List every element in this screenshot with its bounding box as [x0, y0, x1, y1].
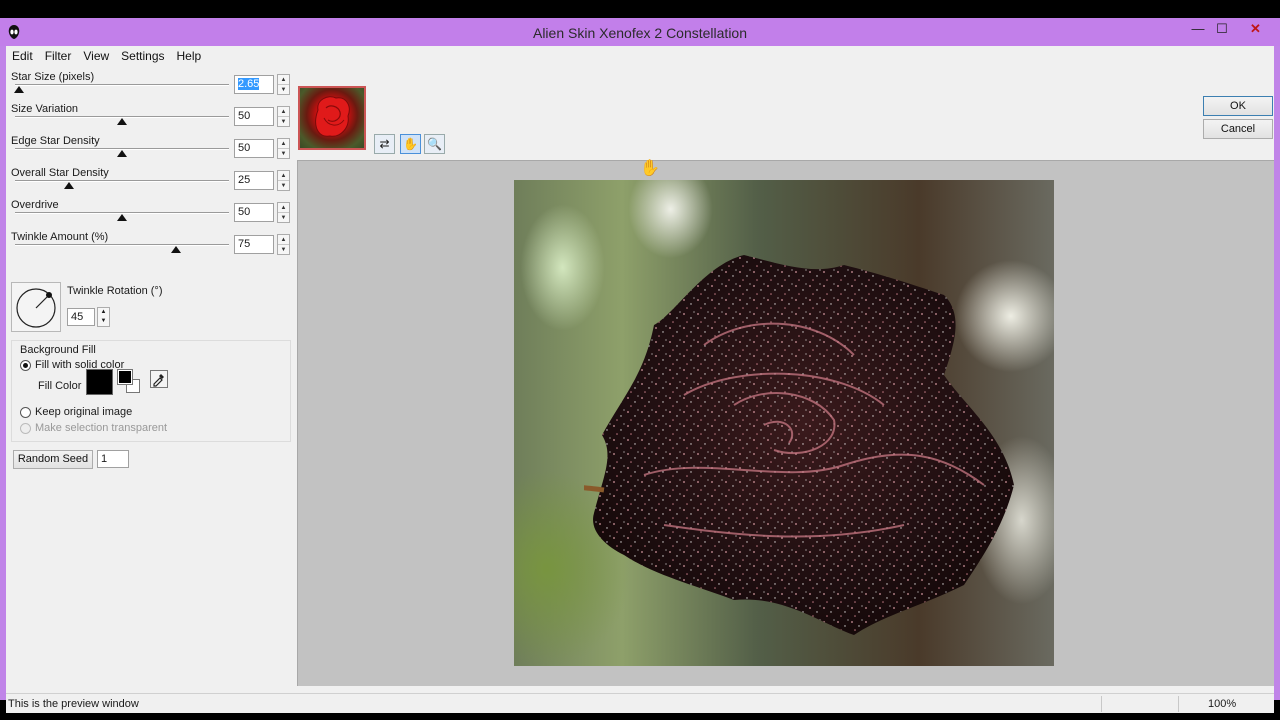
overall-star-density-slider[interactable]	[15, 180, 229, 182]
edge-star-density-input[interactable]: 50	[234, 139, 274, 158]
slider-thumb[interactable]	[117, 118, 127, 125]
close-button[interactable]: ✕	[1238, 18, 1273, 42]
menu-bar: Edit Filter View Settings Help	[6, 46, 207, 66]
size-variation-control: Size Variation 50 ▲ ▼	[11, 103, 291, 135]
foreground-color-swatch[interactable]	[117, 369, 133, 385]
slider-thumb[interactable]	[63, 182, 74, 189]
spin-up-icon[interactable]: ▲	[278, 75, 289, 85]
status-divider	[1178, 696, 1179, 712]
spin-up-icon[interactable]: ▲	[278, 203, 289, 213]
hand-icon[interactable]: ✋	[400, 134, 421, 154]
plugin-window: Alien Skin Xenofex 2 Constellation — ☐ ✕…	[0, 18, 1280, 713]
status-text: This is the preview window	[8, 698, 139, 710]
random-seed-input[interactable]: 1	[97, 450, 129, 468]
dialog-client: Edit Filter View Settings Help Star Size…	[6, 46, 1274, 713]
overdrive-label: Overdrive	[11, 199, 59, 211]
size-variation-spinner[interactable]: ▲ ▼	[277, 106, 290, 127]
spin-up-icon[interactable]: ▲	[278, 171, 289, 181]
twinkle-rotation-dial[interactable]	[11, 282, 61, 332]
preview-compare-icon[interactable]: ⇄	[374, 134, 395, 154]
spin-down-icon[interactable]: ▼	[278, 245, 289, 255]
make-transparent-radio[interactable]	[20, 423, 31, 434]
twinkle-rotation-label: Twinkle Rotation (°)	[67, 285, 163, 297]
status-divider	[1101, 696, 1102, 712]
window-title: Alien Skin Xenofex 2 Constellation	[532, 25, 748, 41]
eyedropper-icon[interactable]	[150, 370, 168, 388]
spin-up-icon[interactable]: ▲	[98, 308, 109, 317]
keep-original-radio[interactable]	[20, 407, 31, 418]
menu-edit[interactable]: Edit	[6, 46, 39, 66]
zoom-icon[interactable]: 🔍	[424, 134, 445, 154]
overall-star-density-input[interactable]: 25	[234, 171, 274, 190]
star-size-value: 2.65	[238, 78, 260, 90]
overall-star-density-control: Overall Star Density 25 ▲ ▼	[11, 167, 291, 199]
star-size-label: Star Size (pixels)	[11, 71, 95, 83]
spin-down-icon[interactable]: ▼	[98, 317, 109, 326]
star-size-control: Star Size (pixels) 2.65 ▲ ▼	[11, 71, 291, 103]
spin-down-icon[interactable]: ▼	[278, 181, 289, 191]
twinkle-amount-control: Twinkle Amount (%) 75 ▲ ▼	[11, 231, 291, 263]
fill-solid-radio[interactable]	[20, 360, 31, 371]
overdrive-control: Overdrive 50 ▲ ▼	[11, 199, 291, 231]
size-variation-label: Size Variation	[11, 103, 79, 115]
overdrive-spinner[interactable]: ▲ ▼	[277, 202, 290, 223]
rose-thumbnail-icon	[315, 96, 350, 137]
slider-thumb[interactable]	[14, 86, 25, 93]
background-fill-title: Background Fill	[20, 344, 96, 356]
ok-button[interactable]: OK	[1203, 96, 1273, 116]
star-size-slider[interactable]	[15, 84, 229, 86]
maximize-button[interactable]: ☐	[1207, 18, 1237, 42]
size-variation-input[interactable]: 50	[234, 107, 274, 126]
spin-up-icon[interactable]: ▲	[278, 235, 289, 245]
menu-filter[interactable]: Filter	[39, 46, 78, 66]
preview-area[interactable]	[297, 160, 1274, 686]
fill-color-label: Fill Color	[38, 380, 82, 392]
edge-star-density-control: Edge Star Density 50 ▲ ▼	[11, 135, 291, 167]
status-bar: This is the preview window 100%	[6, 693, 1274, 713]
twinkle-amount-slider[interactable]	[15, 244, 229, 246]
preview-image[interactable]	[514, 180, 1054, 666]
make-transparent-label: Make selection transparent	[35, 422, 168, 434]
overdrive-input[interactable]: 50	[234, 203, 274, 222]
spin-down-icon[interactable]: ▼	[278, 117, 289, 127]
spin-down-icon[interactable]: ▼	[278, 149, 289, 159]
keep-original-label: Keep original image	[35, 406, 133, 418]
cancel-button[interactable]: Cancel	[1203, 119, 1273, 139]
fill-color-swatch[interactable]	[86, 369, 113, 395]
twinkle-rotation-spinner[interactable]: ▲ ▼	[97, 307, 110, 327]
slider-thumb[interactable]	[117, 150, 127, 157]
twinkle-rotation-input[interactable]: 45	[67, 308, 95, 326]
menu-settings[interactable]: Settings	[115, 46, 170, 66]
twinkle-amount-label: Twinkle Amount (%)	[11, 231, 109, 243]
spin-up-icon[interactable]: ▲	[278, 139, 289, 149]
edge-star-density-label: Edge Star Density	[11, 135, 100, 147]
star-size-input[interactable]: 2.65	[234, 75, 274, 94]
constellation-rose-image	[584, 255, 1014, 635]
spin-down-icon[interactable]: ▼	[278, 213, 289, 223]
overall-star-density-spinner[interactable]: ▲ ▼	[277, 170, 290, 191]
random-seed-button[interactable]: Random Seed	[13, 450, 93, 469]
zoom-level: 100%	[1208, 698, 1237, 710]
slider-thumb[interactable]	[170, 246, 181, 253]
twinkle-amount-input[interactable]: 75	[234, 235, 274, 254]
spin-down-icon[interactable]: ▼	[278, 85, 289, 95]
slider-thumb[interactable]	[117, 214, 127, 221]
edge-star-density-spinner[interactable]: ▲ ▼	[277, 138, 290, 159]
rotation-dial-icon	[16, 288, 56, 328]
background-fill-group: Background Fill Fill with solid color Fi…	[11, 340, 291, 442]
title-bar: Alien Skin Xenofex 2 Constellation — ☐ ✕	[0, 18, 1280, 46]
spin-up-icon[interactable]: ▲	[278, 107, 289, 117]
overall-star-density-label: Overall Star Density	[11, 167, 109, 179]
hand-cursor-icon: ✋	[640, 160, 660, 177]
twinkle-amount-spinner[interactable]: ▲ ▼	[277, 234, 290, 255]
menu-view[interactable]: View	[77, 46, 115, 66]
preview-thumbnail[interactable]	[298, 86, 366, 150]
star-size-spinner[interactable]: ▲ ▼	[277, 74, 290, 95]
menu-help[interactable]: Help	[171, 46, 208, 66]
